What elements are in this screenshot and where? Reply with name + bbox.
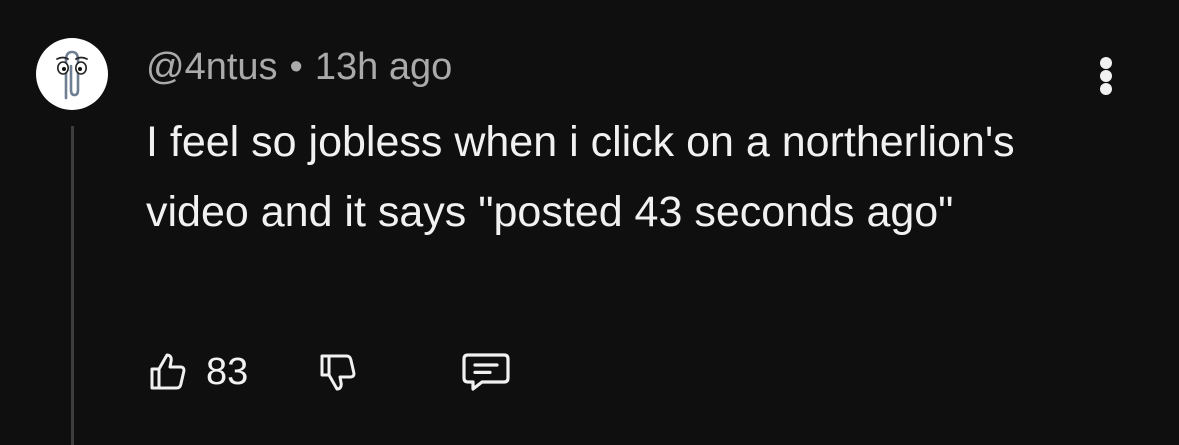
- meta-separator: •: [289, 46, 303, 88]
- reply-button[interactable]: [458, 344, 514, 400]
- avatar[interactable]: [36, 38, 108, 110]
- dislike-button[interactable]: [314, 344, 366, 400]
- comment-author[interactable]: @4ntus: [146, 46, 278, 88]
- more-options-button[interactable]: [1088, 50, 1124, 100]
- comment-time: 13h ago: [314, 46, 453, 88]
- like-count: 83: [206, 351, 249, 393]
- comment-text: I feel so jobless when i click on a nort…: [146, 118, 1015, 236]
- comment-header: @4ntus • 13h ago: [146, 44, 452, 90]
- reply-comment-icon: [462, 353, 510, 391]
- more-vert-icon-dot: [1100, 83, 1112, 95]
- more-vert-icon-dot: [1100, 70, 1112, 82]
- more-vert-icon: [1100, 57, 1112, 69]
- paperclip-avatar-icon: [56, 50, 88, 100]
- thread-line: [71, 126, 74, 445]
- thumbs-up-icon: [150, 353, 186, 390]
- like-button[interactable]: 83: [144, 344, 264, 400]
- thumbs-down-icon: [320, 354, 356, 391]
